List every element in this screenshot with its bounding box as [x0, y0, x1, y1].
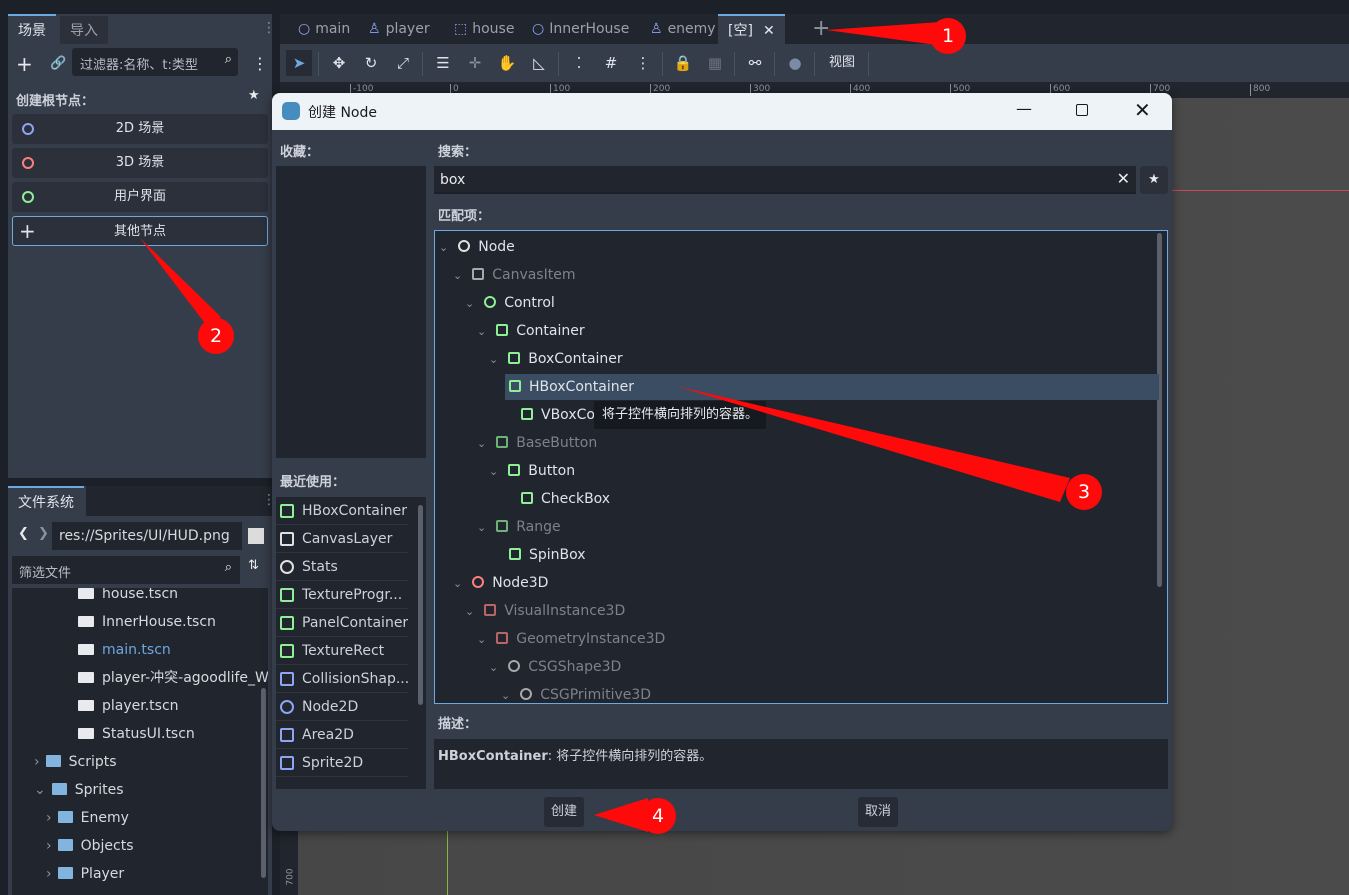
annotation-3: 3 [1066, 474, 1102, 510]
annotation-arrows [140, 22, 1070, 832]
arrow-1 [826, 22, 944, 46]
annotation-4: 4 [640, 798, 676, 834]
annotation-2: 2 [198, 318, 234, 354]
arrow-3 [676, 386, 1070, 502]
annotation-1: 1 [930, 18, 966, 54]
